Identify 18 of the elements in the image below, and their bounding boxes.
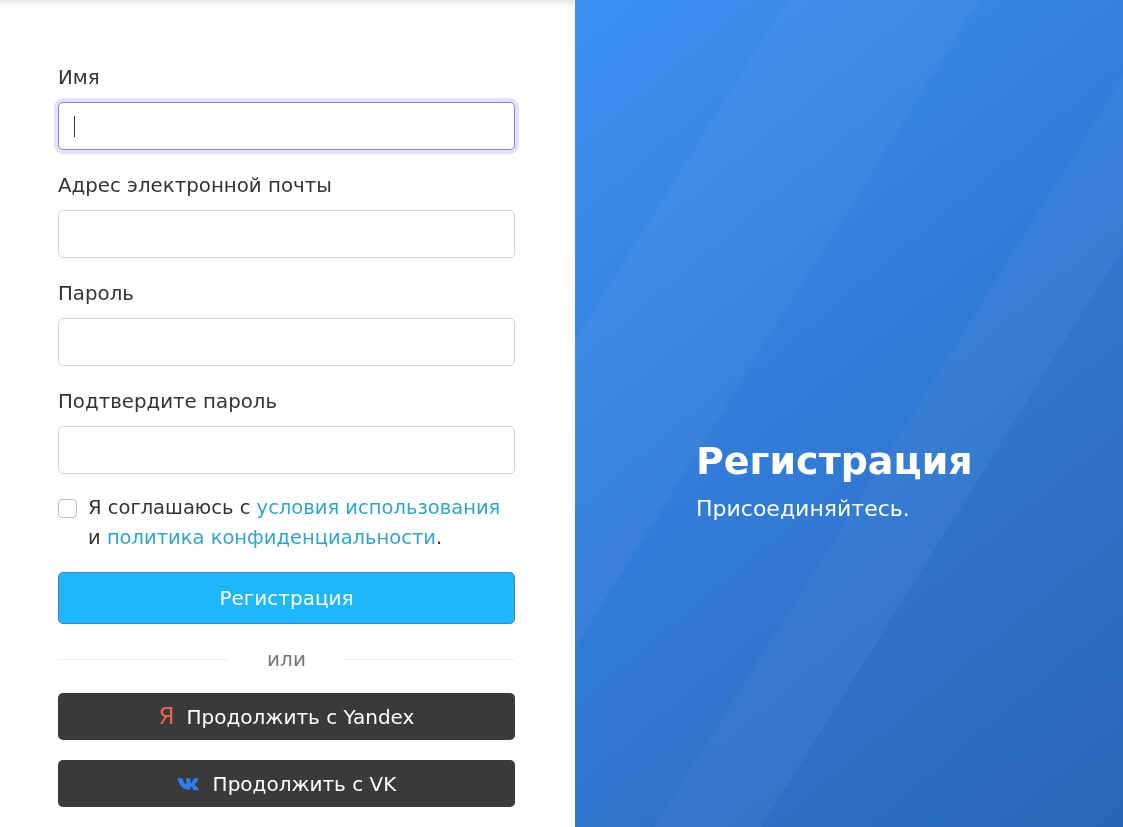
checkbox[interactable] [58, 499, 77, 518]
divider-text: или [266, 647, 307, 671]
subtitle-text: Присоединяйтесь. [696, 495, 911, 522]
field-label: Имя [58, 66, 101, 90]
terms-link[interactable]: условия использования [256, 496, 501, 519]
privacy-link[interactable]: политика конфиденциальности [106, 526, 436, 549]
field-label: Подтвердите пароль [58, 390, 279, 414]
text-cursor-icon [74, 116, 75, 137]
register-button[interactable]: Регистрация [58, 572, 515, 624]
consent-text: Я соглашаюсь с условия использования и политика конфиденциальности. [88, 495, 502, 551]
social-login-button[interactable]: Я Продолжить с Yandex [58, 693, 515, 740]
field-label: Пароль [58, 282, 135, 306]
social-login-button[interactable]: Продолжить с VK [58, 760, 515, 807]
logo-icon [176, 776, 201, 791]
input-field[interactable] [58, 102, 515, 150]
logo-letter-icon: Я [158, 705, 175, 728]
page-title: Регистрация [696, 437, 974, 484]
field-label: Адрес электронной почты [58, 174, 333, 198]
